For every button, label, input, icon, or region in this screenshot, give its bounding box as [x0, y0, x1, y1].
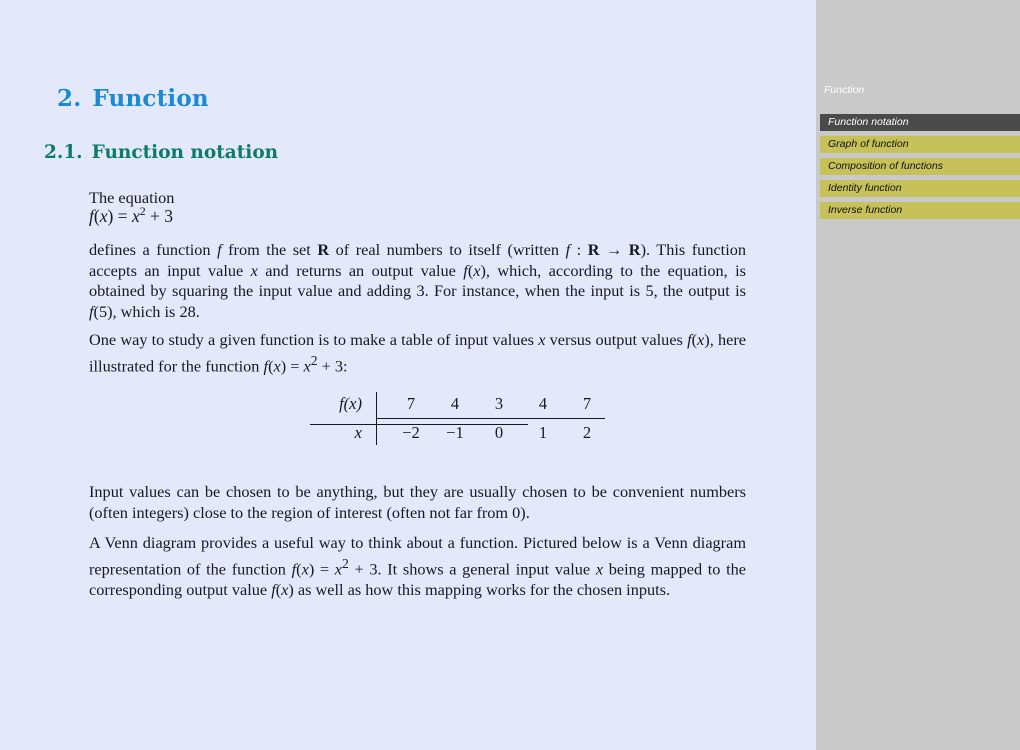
- sidebar-item-inverse-function[interactable]: Inverse function: [820, 202, 1020, 219]
- main-content-panel: 2. Function 2.1. Function notation The equ…: [0, 0, 816, 750]
- cell-fx-0: 7: [376, 392, 429, 419]
- sidebar-panel: Function Function notation Graph of func…: [816, 0, 1020, 750]
- subsection-number: 2.1.: [44, 142, 83, 163]
- sidebar-item-graph-of-function[interactable]: Graph of function: [820, 136, 1020, 153]
- sidebar-item-function-notation[interactable]: Function notation: [820, 114, 1020, 131]
- page-title: 2. Function: [57, 85, 209, 112]
- table-row-fx: f(x) 7 4 3 4 7: [310, 392, 605, 419]
- sidebar-item-label: Graph of function: [828, 138, 909, 150]
- sidebar-item-label: Function notation: [828, 116, 909, 128]
- subsection-heading: 2.1. Function notation: [44, 142, 278, 163]
- sidebar-item-composition-of-functions[interactable]: Composition of functions: [820, 158, 1020, 175]
- paragraph-venn-diagram: A Venn diagram provides a useful way to …: [89, 533, 747, 599]
- section-number: 2.: [57, 85, 82, 112]
- cell-fx-2: 3: [473, 392, 517, 419]
- cell-x-0: −2: [402, 423, 420, 442]
- cell-x-4: 2: [582, 423, 592, 442]
- cell-fx-1: 4: [429, 392, 473, 419]
- paragraph-defines-function: defines a function f from the set R of r…: [89, 240, 747, 321]
- sidebar-section-label: Function: [824, 84, 865, 96]
- row-label-fx: f(x): [310, 392, 377, 419]
- sidebar-item-label: Inverse function: [828, 204, 903, 216]
- slide-root: 2. Function 2.1. Function notation The equ…: [0, 0, 1020, 750]
- table-horizontal-rule: [310, 424, 528, 426]
- cell-x-2: 0: [494, 423, 504, 442]
- display-equation: f(x) = x2 + 3: [89, 204, 174, 226]
- sidebar-item-label: Composition of functions: [828, 160, 943, 172]
- paragraph-table-intro: One way to study a given function is to …: [89, 330, 746, 376]
- cell-fx-3: 4: [517, 392, 561, 419]
- cell-x-1: −1: [446, 423, 464, 442]
- cell-fx-4: 7: [561, 392, 605, 419]
- row-label-x: x: [310, 418, 377, 445]
- sidebar-item-identity-function[interactable]: Identity function: [820, 180, 1020, 197]
- subsection-title-text: Function notation: [91, 142, 279, 163]
- cell-x-3: 1: [538, 423, 548, 442]
- table-row-x: x −2 −1 0 1 2: [310, 418, 605, 445]
- paragraph-input-values: Input values can be chosen to be anythin…: [89, 482, 746, 522]
- value-table: f(x) 7 4 3 4 7 x −2 −1 0 1 2: [310, 392, 605, 445]
- sidebar-item-label: Identity function: [828, 182, 902, 194]
- section-title-text: Function: [92, 85, 209, 112]
